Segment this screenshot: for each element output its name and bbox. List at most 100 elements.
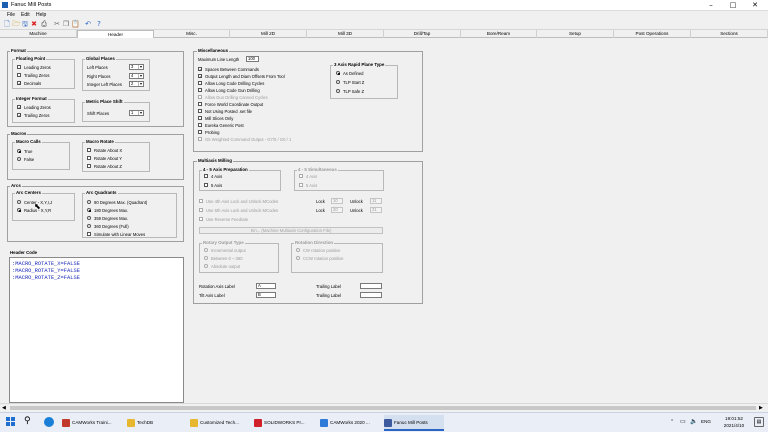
- tab-drill-tap[interactable]: Drill/Tap: [384, 30, 461, 38]
- tray-chevron-icon[interactable]: ⌃: [670, 419, 674, 425]
- shift-places-select[interactable]: 1: [129, 110, 144, 116]
- simulate-linear-checkbox[interactable]: [87, 232, 91, 236]
- max-line-length-input[interactable]: 100: [246, 56, 259, 62]
- allow-long-drill-checkbox[interactable]: [198, 81, 202, 85]
- clock-date[interactable]: 2021/4/10: [719, 423, 749, 428]
- force-world-coord-checkbox[interactable]: [198, 102, 202, 106]
- search-icon[interactable]: ⚲: [24, 416, 31, 426]
- trailing-label-1-input[interactable]: [360, 283, 382, 289]
- tab-misc[interactable]: Misc.: [154, 30, 230, 38]
- output-length-diam-checkbox[interactable]: ✓: [198, 74, 202, 79]
- scroll-right-icon[interactable]: ▶: [759, 405, 763, 411]
- network-icon[interactable]: ▭: [680, 418, 686, 425]
- help-icon[interactable]: ?: [95, 20, 103, 28]
- minimize-button[interactable]: –: [700, 0, 722, 11]
- fp-decimals-checkbox[interactable]: ✓: [17, 81, 21, 86]
- rotate-about-z-checkbox[interactable]: [87, 164, 91, 168]
- trailing-label-2-input[interactable]: [360, 292, 382, 298]
- rapid-tlp-start-radio[interactable]: [336, 80, 340, 84]
- rotary-absolute-radio: [204, 264, 208, 268]
- taskbar-item-active[interactable]: Fanuc Mill Posts: [384, 415, 444, 431]
- macro-calls-true-radio[interactable]: [17, 149, 21, 153]
- title-bar: Fanuc Mill Posts – □ ✕: [0, 0, 768, 11]
- tab-bore-ream[interactable]: Bore/Ream: [461, 30, 537, 38]
- tab-machine[interactable]: Machine: [0, 30, 77, 38]
- copy-icon[interactable]: ❐: [62, 20, 70, 28]
- integer-left-places-select[interactable]: 2: [129, 81, 144, 87]
- code-line: :MACRO_ROTATE_Z=FALSE: [12, 275, 80, 281]
- notification-icon[interactable]: ▤: [754, 417, 764, 427]
- horizontal-scrollbar[interactable]: ◀ ▶: [0, 403, 768, 412]
- taskbar-item[interactable]: TechDB: [127, 415, 187, 431]
- menu-help[interactable]: Help: [36, 12, 46, 18]
- close-button[interactable]: ✕: [744, 0, 766, 11]
- not-using-set-file-checkbox[interactable]: [198, 109, 202, 113]
- right-places-select[interactable]: 4: [129, 73, 144, 79]
- volume-icon[interactable]: 🔈: [690, 418, 697, 425]
- taskbar-item[interactable]: CAMWorks Traini...: [62, 415, 122, 431]
- quadrant-360-radio[interactable]: [87, 224, 91, 228]
- macro-calls-false-radio[interactable]: [17, 157, 21, 161]
- arc-center-ijk-radio[interactable]: [17, 200, 21, 204]
- eureka-generic-checkbox[interactable]: [198, 123, 202, 127]
- menu-edit[interactable]: Edit: [21, 12, 30, 18]
- clock-time[interactable]: 19:01:52: [721, 416, 747, 421]
- rotary-0-360-label: Between 0 ~ 360: [211, 256, 243, 261]
- menu-file[interactable]: File: [7, 12, 15, 18]
- rotation-axis-input[interactable]: A: [256, 283, 276, 289]
- arc-center-radius-radio[interactable]: [17, 208, 21, 212]
- fp-trailing-zeros-checkbox[interactable]: [17, 73, 21, 77]
- macro-rotate-title: Macro Rotate: [85, 139, 115, 144]
- g5-weighted-label: G5 Weighted Command Output - G7/0 / G0 /…: [205, 137, 292, 142]
- int-trailing-zeros-checkbox[interactable]: ✓: [17, 113, 21, 118]
- new-icon[interactable]: 🗋: [3, 20, 11, 28]
- cw-positive-label: CW rotation positive: [303, 248, 341, 253]
- tilt-axis-input[interactable]: B: [256, 292, 276, 298]
- taskbar-item[interactable]: CAMWorks 2020 ...: [320, 415, 380, 431]
- windows-start-icon[interactable]: [6, 417, 16, 427]
- spaces-between-commands-checkbox[interactable]: ✓: [198, 67, 202, 72]
- header-code-editor[interactable]: :MACRO_ROTATE_X=FALSE :MACRO_ROTATE_Y=FA…: [9, 257, 184, 403]
- probing-checkbox[interactable]: [198, 130, 202, 134]
- language-indicator[interactable]: ENG: [701, 419, 711, 424]
- mill-slices-only-checkbox[interactable]: [198, 116, 202, 120]
- quadrant-359-radio[interactable]: [87, 216, 91, 220]
- scroll-left-icon[interactable]: ◀: [2, 405, 6, 411]
- not-using-set-file-label: Not Using Posted .set file: [205, 109, 253, 114]
- rotate-about-x-checkbox[interactable]: [87, 148, 91, 152]
- tab-sections[interactable]: Sections: [691, 30, 768, 38]
- rotate-about-y-checkbox[interactable]: [87, 156, 91, 160]
- taskbar-item[interactable]: Customized Tech...: [190, 415, 250, 431]
- rapid-plane-title: 3 Axis Rapid Plane Type: [333, 62, 386, 67]
- left-places-select[interactable]: 3: [129, 64, 144, 70]
- tab-header[interactable]: Header: [77, 30, 154, 38]
- kin-config-button[interactable]: Kin... (Machine Multiaxis Configuration …: [199, 227, 383, 234]
- print-icon[interactable]: ⎙: [40, 20, 48, 28]
- int-leading-zeros-checkbox[interactable]: ✓: [17, 105, 21, 110]
- delete-icon[interactable]: ✖: [30, 20, 38, 28]
- prep-4axis-checkbox[interactable]: [204, 174, 208, 178]
- fp-leading-zeros-checkbox[interactable]: [17, 65, 21, 69]
- open-icon[interactable]: 🗁: [12, 20, 21, 28]
- tab-mill-2d[interactable]: Mill 2D: [230, 30, 307, 38]
- tab-setup[interactable]: Setup: [537, 30, 614, 38]
- edge-browser-icon[interactable]: [44, 417, 54, 427]
- 5th-axis-lock-label: Use 5th Axis Lock and Unlock MCodes: [206, 208, 279, 213]
- quadrant-180-radio[interactable]: [87, 208, 91, 212]
- tab-mill-3d[interactable]: Mill 3D: [307, 30, 384, 38]
- prep-5axis-checkbox[interactable]: [204, 183, 208, 187]
- allow-long-gun-checkbox[interactable]: [198, 88, 202, 92]
- quadrant-90-radio[interactable]: [87, 200, 91, 204]
- cut-icon[interactable]: ✂: [53, 20, 61, 28]
- paste-icon[interactable]: 📋: [71, 20, 80, 28]
- rapid-tlp-safe-radio[interactable]: [336, 89, 340, 93]
- taskbar-item[interactable]: SOLIDWORKS Pr...: [254, 415, 316, 431]
- undo-icon[interactable]: ↶: [84, 20, 92, 28]
- simul-5axis-checkbox: [299, 183, 303, 187]
- maximize-button[interactable]: □: [722, 0, 744, 11]
- save-icon[interactable]: 🖫: [21, 20, 29, 28]
- quadrant-180-label: 180 Degrees Max.: [94, 208, 129, 213]
- tab-post-operations[interactable]: Post Operations: [614, 30, 691, 38]
- rapid-as-defined-radio[interactable]: [336, 71, 340, 75]
- scroll-thumb[interactable]: [10, 406, 756, 410]
